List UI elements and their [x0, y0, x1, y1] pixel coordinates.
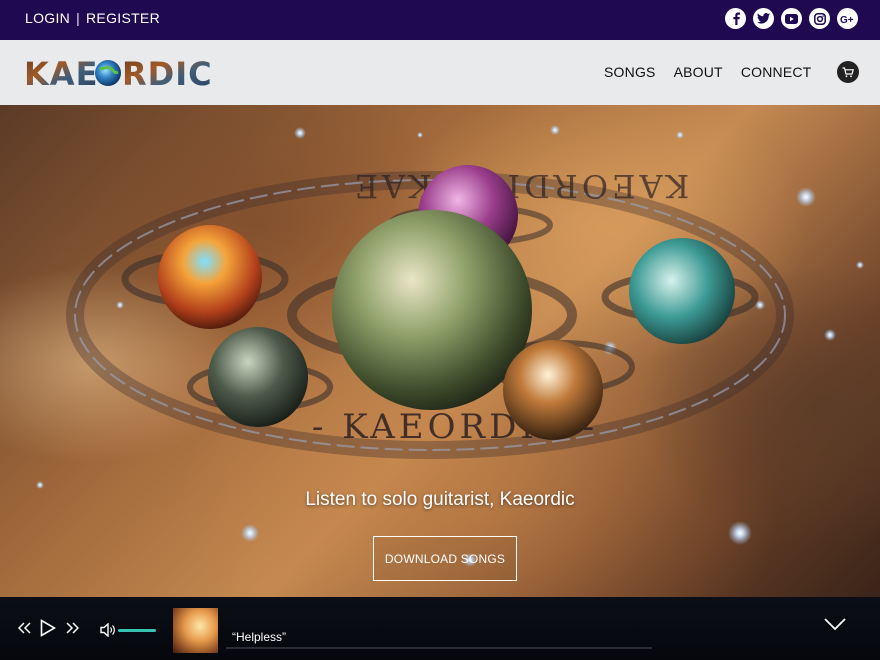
- hero-banner: - KAEORDIC - KAEORDIC - KAE Listen to so…: [0, 105, 880, 597]
- login-link[interactable]: LOGIN: [25, 10, 70, 26]
- hero-tagline: Listen to solo guitarist, Kaeordic: [305, 489, 575, 510]
- audio-player: “Helpless”: [0, 597, 880, 660]
- download-songs-button[interactable]: DOWNLOAD SONGS: [373, 536, 517, 581]
- volume-slider[interactable]: [118, 629, 156, 632]
- site-header: KAE RDIC SONGS ABOUT CONNECT: [0, 40, 880, 105]
- nav-connect[interactable]: CONNECT: [741, 64, 812, 80]
- cart-icon[interactable]: [837, 61, 859, 83]
- nav-about[interactable]: ABOUT: [674, 64, 723, 80]
- top-bar: LOGIN | REGISTER G+: [0, 0, 880, 40]
- svg-text:G+: G+: [840, 15, 854, 24]
- previous-track-icon[interactable]: [17, 621, 32, 639]
- auth-links: LOGIN | REGISTER: [25, 10, 160, 26]
- social-links: G+: [725, 8, 858, 29]
- planets-artwork: - KAEORDIC - KAEORDIC - KAE: [36, 125, 864, 567]
- youtube-icon[interactable]: [781, 8, 802, 29]
- chevron-down-icon[interactable]: [824, 617, 846, 636]
- planet-dark: [208, 327, 308, 427]
- main-nav: SONGS ABOUT CONNECT: [604, 64, 811, 80]
- register-link[interactable]: REGISTER: [86, 10, 160, 26]
- planet-central: [332, 210, 532, 410]
- site-logo[interactable]: KAE RDIC: [24, 54, 214, 93]
- google-plus-icon[interactable]: G+: [837, 8, 858, 29]
- facebook-icon[interactable]: [725, 8, 746, 29]
- twitter-icon[interactable]: [753, 8, 774, 29]
- planet-bronze: [503, 340, 603, 440]
- svg-text:RDIC: RDIC: [122, 55, 213, 92]
- svg-text:KAEORDIC - KAE: KAEORDIC - KAE: [351, 167, 689, 205]
- svg-text:KAE: KAE: [24, 55, 98, 92]
- album-art: [173, 608, 218, 653]
- progress-bar[interactable]: [226, 647, 652, 649]
- instagram-icon[interactable]: [809, 8, 830, 29]
- volume-icon[interactable]: [100, 622, 116, 642]
- planet-orange: [158, 225, 262, 329]
- song-title: “Helpless”: [232, 630, 287, 644]
- planet-teal: [629, 238, 735, 344]
- next-track-icon[interactable]: [65, 621, 80, 639]
- auth-separator: |: [76, 10, 81, 26]
- play-icon[interactable]: [40, 619, 57, 642]
- nav-songs[interactable]: SONGS: [604, 64, 656, 80]
